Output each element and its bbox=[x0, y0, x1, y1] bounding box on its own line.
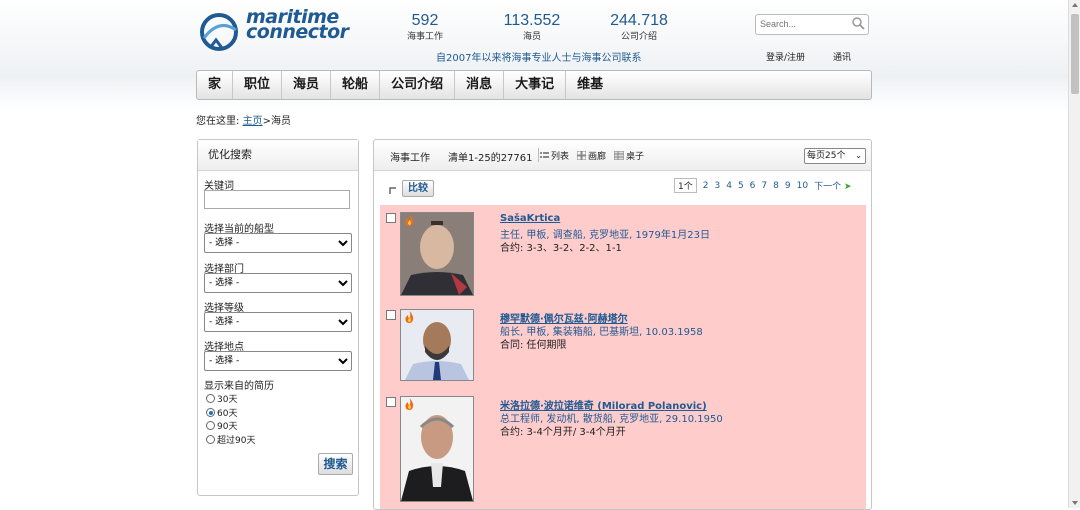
scroll-up-icon[interactable] bbox=[1072, 3, 1078, 7]
page-link[interactable]: 5 bbox=[738, 181, 744, 191]
seafarer-contract: 合约: 3-4个月开/ 3-4个月开 bbox=[500, 427, 626, 438]
search-button[interactable]: 搜索 bbox=[318, 453, 353, 475]
search-icon[interactable] bbox=[852, 17, 865, 33]
stat-number: 592 bbox=[411, 12, 439, 29]
chevron-down-icon: ⌄ bbox=[855, 151, 862, 160]
fire-icon bbox=[404, 311, 415, 326]
view-list-button[interactable]: 列表 bbox=[540, 149, 569, 162]
logo-emblem-icon bbox=[200, 13, 238, 51]
stat-label: 海事工作 bbox=[406, 32, 443, 42]
rank-select[interactable]: - 选择 - bbox=[204, 312, 352, 332]
next-page-link[interactable]: 下一个 ➤ bbox=[814, 179, 851, 192]
view-table-button[interactable]: 桌子 bbox=[614, 149, 644, 162]
filter-title: 优化搜索 bbox=[198, 140, 358, 171]
stat-jobs[interactable]: 592 海事工作 bbox=[405, 12, 445, 42]
page-link[interactable]: 8 bbox=[773, 181, 779, 191]
seafarer-list: SašaKrtica 主任, 甲板, 调查船, 克罗地亚, 1979年1月23日… bbox=[380, 205, 866, 509]
seafarer-name-link[interactable]: SašaKrtica bbox=[500, 213, 560, 224]
compare-bar: 比较 bbox=[388, 180, 434, 197]
stat-label: 海员 bbox=[522, 32, 541, 42]
view-gallery-button[interactable]: 画廊 bbox=[577, 149, 606, 162]
contact-link[interactable]: 通讯 bbox=[833, 50, 851, 63]
per-page-select[interactable]: 每页25个 ⌄ bbox=[804, 148, 866, 164]
pagination: 1个 2 3 4 5 6 7 8 9 10 下一个 ➤ bbox=[674, 178, 852, 193]
stat-seafarers[interactable]: 113.552 海员 bbox=[500, 12, 564, 42]
list-icon bbox=[540, 152, 549, 158]
results-panel: 海事工作 清单1-25的27761 列表 画廊 桌子 每页25个 ⌄ 比较 1个 … bbox=[373, 139, 872, 510]
results-tab-label[interactable]: 海事工作 bbox=[390, 149, 430, 164]
breadcrumb: 您在这里: 主页>海员 bbox=[196, 112, 291, 127]
fire-icon bbox=[404, 214, 415, 229]
nav-home[interactable]: 家 bbox=[197, 71, 234, 99]
search-box bbox=[755, 14, 869, 35]
seafarer-contract: 合同: 任何期限 bbox=[500, 340, 567, 351]
search-input[interactable] bbox=[756, 15, 848, 32]
select-checkbox[interactable] bbox=[386, 397, 396, 407]
location-select[interactable]: - 选择 - bbox=[204, 351, 352, 371]
stat-number: 244.718 bbox=[610, 12, 668, 29]
divider bbox=[538, 148, 539, 162]
department-select[interactable]: - 选择 - bbox=[204, 273, 352, 293]
results-count: 清单1-25的27761 bbox=[448, 153, 533, 164]
radio-icon bbox=[206, 435, 215, 444]
page-link[interactable]: 6 bbox=[750, 181, 756, 191]
logo-wordmark: maritime connector bbox=[246, 6, 349, 43]
page-link[interactable]: 2 bbox=[703, 181, 709, 191]
cv-radio-30[interactable]: 30天 bbox=[206, 392, 237, 405]
page-link[interactable]: 4 bbox=[726, 181, 732, 191]
page-link[interactable]: 10 bbox=[797, 181, 808, 191]
cv-radio-60[interactable]: 60天 bbox=[206, 406, 237, 419]
list-item[interactable]: 穆罕默德·佩尔瓦兹·阿赫塔尔 船长, 甲板, 集装箱船, 巴基斯坦, 10.03… bbox=[380, 302, 866, 389]
nav-jobs[interactable]: 职位 bbox=[233, 71, 283, 99]
filter-panel: 优化搜索 关键词 选择当前的船型 - 选择 - 选择部门 - 选择 - 选择等级… bbox=[197, 139, 359, 496]
cv-radio-over-90[interactable]: 超过90天 bbox=[206, 433, 255, 446]
nav-news[interactable]: 消息 bbox=[455, 71, 505, 99]
nav-wiki[interactable]: 维基 bbox=[566, 71, 614, 99]
page-link[interactable]: 9 bbox=[785, 181, 791, 191]
stat-companies[interactable]: 244.718 公司介绍 bbox=[607, 12, 671, 42]
main-nav: 家 职位 海员 轮船 公司介绍 消息 大事记 维基 bbox=[196, 70, 872, 100]
page-link[interactable]: 7 bbox=[761, 181, 767, 191]
table-icon bbox=[614, 151, 624, 160]
scroll-down-icon[interactable] bbox=[1072, 501, 1078, 505]
nav-events[interactable]: 大事记 bbox=[504, 71, 567, 99]
nav-ships[interactable]: 轮船 bbox=[331, 71, 381, 99]
gallery-icon bbox=[577, 151, 586, 160]
page-link[interactable]: 3 bbox=[714, 181, 720, 191]
radio-icon bbox=[206, 394, 215, 403]
results-header: 海事工作 清单1-25的27761 列表 画廊 桌子 每页25个 ⌄ bbox=[374, 140, 871, 171]
fire-icon bbox=[404, 398, 415, 413]
compare-arrow-icon bbox=[389, 186, 396, 194]
radio-selected-icon bbox=[206, 408, 215, 417]
list-item[interactable]: SašaKrtica 主任, 甲板, 调查船, 克罗地亚, 1979年1月23日… bbox=[380, 205, 866, 302]
cv-radio-90[interactable]: 90天 bbox=[206, 419, 237, 432]
maritime-connector-logo[interactable]: maritime connector bbox=[196, 6, 349, 58]
cv-age-label: 显示来自的简历 bbox=[204, 381, 274, 392]
stat-label: 公司介绍 bbox=[620, 32, 657, 42]
list-item[interactable]: 米洛拉德·波拉诺维奇 (Milorad Polanovic) 总工程师, 发动机… bbox=[380, 389, 866, 509]
breadcrumb-home-link[interactable]: 主页 bbox=[243, 116, 263, 127]
page-current: 1个 bbox=[674, 178, 697, 193]
login-link[interactable]: 登录/注册 bbox=[766, 50, 805, 63]
ship-type-select[interactable]: - 选择 - bbox=[204, 233, 352, 253]
next-arrow-icon: ➤ bbox=[843, 182, 852, 192]
nav-seafarers[interactable]: 海员 bbox=[282, 71, 332, 99]
select-checkbox[interactable] bbox=[386, 310, 396, 320]
keyword-input[interactable] bbox=[204, 190, 350, 209]
breadcrumb-current: >海员 bbox=[262, 116, 291, 127]
scroll-thumb[interactable] bbox=[1071, 14, 1079, 94]
breadcrumb-prefix: 您在这里: bbox=[196, 116, 240, 127]
page-scrollbar[interactable] bbox=[1068, 0, 1080, 508]
seafarer-contract: 合约: 3-3、3-2、2-2、1-1 bbox=[500, 243, 622, 254]
compare-button[interactable]: 比较 bbox=[402, 180, 434, 197]
tagline: 自2007年以来将海事专业人士与海事公司联系 bbox=[436, 53, 642, 64]
nav-companies[interactable]: 公司介绍 bbox=[380, 71, 456, 99]
stat-number: 113.552 bbox=[503, 12, 561, 29]
radio-icon bbox=[206, 421, 215, 430]
select-checkbox[interactable] bbox=[386, 213, 396, 223]
